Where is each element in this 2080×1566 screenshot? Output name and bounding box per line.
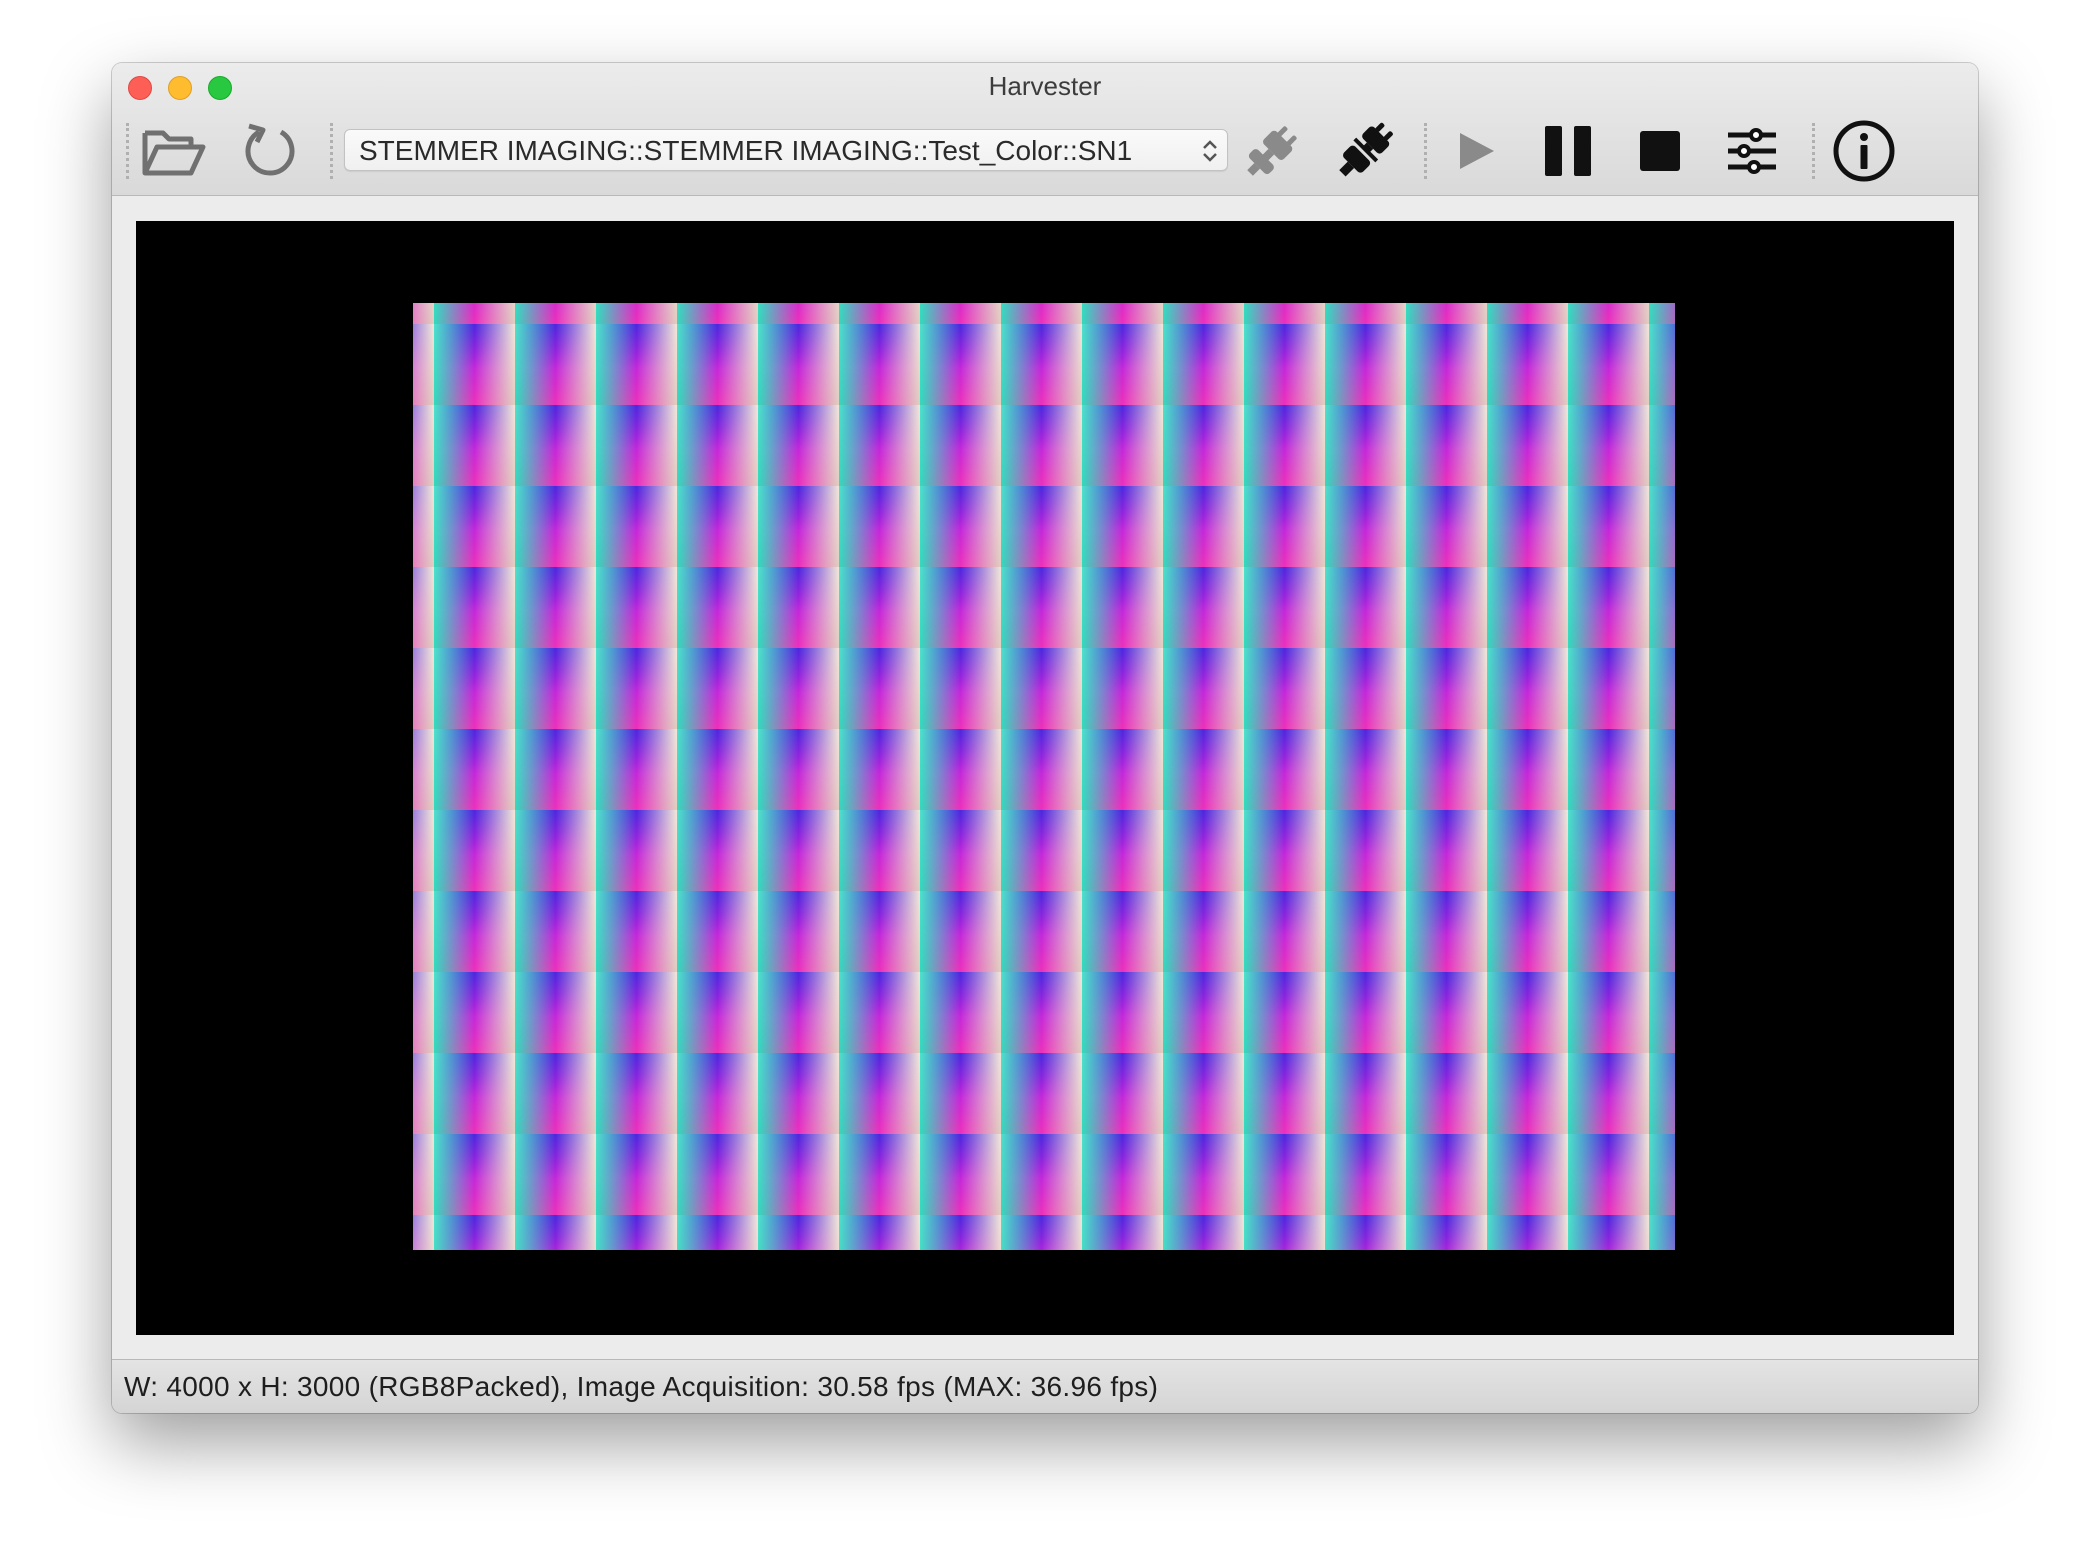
harvester-window: Harvester STEMMER IMAGING::STEMMER IMAGI… (112, 63, 1978, 1413)
device-select[interactable]: STEMMER IMAGING::STEMMER IMAGING::Test_C… (344, 129, 1228, 171)
image-viewport[interactable] (136, 221, 1954, 1335)
info-icon (1832, 119, 1896, 183)
stop-icon (1639, 130, 1681, 172)
pause-icon (1543, 125, 1593, 177)
settings-button[interactable] (1718, 117, 1786, 185)
refresh-button[interactable] (236, 117, 304, 185)
start-button[interactable] (1442, 117, 1510, 185)
device-select-value: STEMMER IMAGING::STEMMER IMAGING::Test_C… (359, 135, 1133, 166)
title-bar: Harvester (112, 63, 1978, 107)
test-pattern-shading (413, 303, 1675, 1250)
plug-disconnect-icon (1329, 116, 1399, 186)
window-title: Harvester (988, 71, 1102, 101)
connect-button[interactable] (1238, 117, 1306, 185)
play-icon (1454, 129, 1498, 173)
plug-connected-icon (1239, 118, 1305, 184)
toolbar: STEMMER IMAGING::STEMMER IMAGING::Test_C… (112, 107, 1978, 195)
pause-button[interactable] (1534, 117, 1602, 185)
sliders-icon (1726, 126, 1778, 176)
status-text: W: 4000 x H: 3000 (RGB8Packed), Image Ac… (124, 1371, 1159, 1402)
toolbar-separator (126, 123, 129, 179)
chevron-updown-icon (1199, 137, 1221, 165)
window-chrome: Harvester STEMMER IMAGING::STEMMER IMAGI… (112, 63, 1978, 196)
disconnect-button[interactable] (1330, 117, 1398, 185)
about-button[interactable] (1830, 117, 1898, 185)
refresh-icon (241, 122, 299, 180)
status-bar: W: 4000 x H: 3000 (RGB8Packed), Image Ac… (112, 1359, 1978, 1413)
toolbar-separator (1424, 123, 1427, 179)
open-file-button[interactable] (140, 117, 208, 185)
toolbar-separator (330, 123, 333, 179)
folder-open-icon (141, 125, 207, 177)
toolbar-separator (1812, 123, 1815, 179)
stop-button[interactable] (1626, 117, 1694, 185)
